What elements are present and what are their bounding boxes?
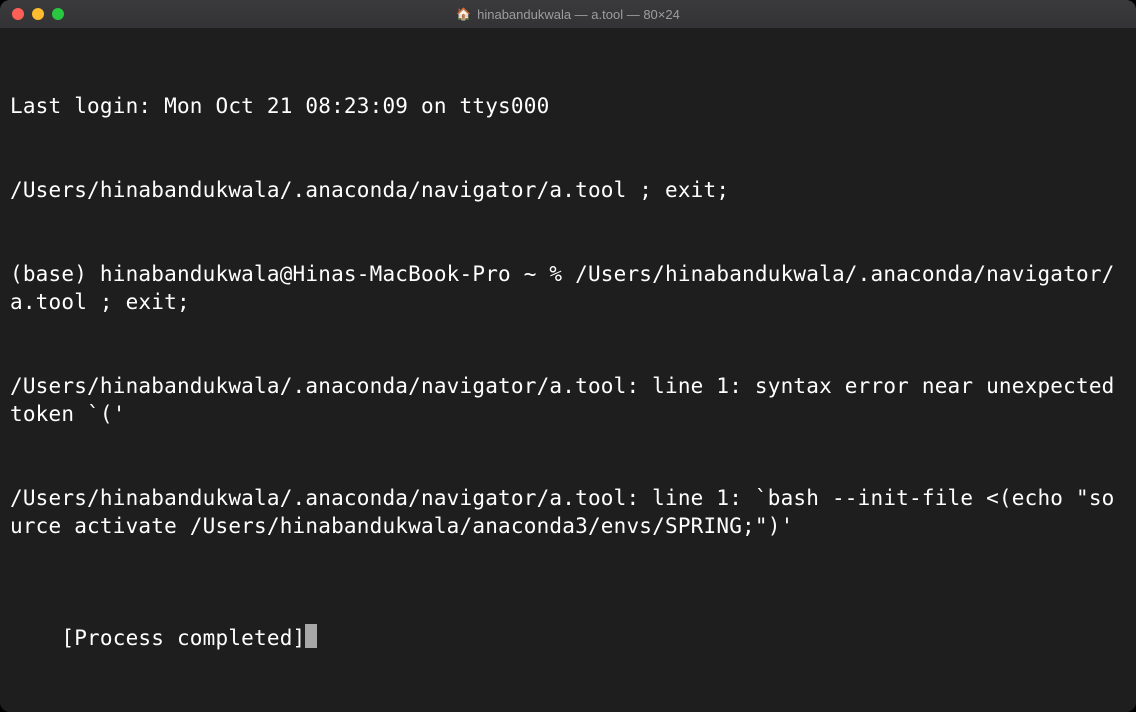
terminal-line: Last login: Mon Oct 21 08:23:09 on ttys0… (10, 92, 1126, 120)
terminal-line: /Users/hinabandukwala/.anaconda/navigato… (10, 176, 1126, 204)
minimize-window-button[interactable] (32, 8, 44, 20)
traffic-lights (12, 8, 64, 20)
terminal-line: /Users/hinabandukwala/.anaconda/navigato… (10, 484, 1126, 540)
terminal-line: [Process completed] (61, 626, 317, 650)
window-title-text: hinabandukwala — a.tool — 80×24 (477, 7, 680, 22)
window-title: 🏠 hinabandukwala — a.tool — 80×24 (0, 0, 1136, 28)
window-titlebar: 🏠 hinabandukwala — a.tool — 80×24 (0, 0, 1136, 28)
terminal-output[interactable]: Last login: Mon Oct 21 08:23:09 on ttys0… (0, 28, 1136, 712)
terminal-line: /Users/hinabandukwala/.anaconda/navigato… (10, 372, 1126, 428)
terminal-window: 🏠 hinabandukwala — a.tool — 80×24 Last l… (0, 0, 1136, 712)
home-icon: 🏠 (456, 8, 471, 20)
zoom-window-button[interactable] (52, 8, 64, 20)
terminal-cursor (305, 624, 317, 648)
close-window-button[interactable] (12, 8, 24, 20)
terminal-line: (base) hinabandukwala@Hinas-MacBook-Pro … (10, 260, 1126, 316)
process-completed-text: [Process completed] (61, 626, 305, 650)
